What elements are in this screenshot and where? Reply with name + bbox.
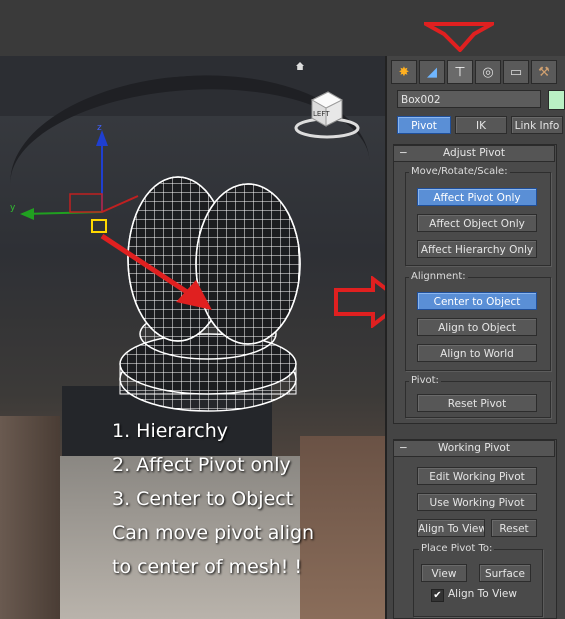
motion-tab-icon[interactable]: ◎ — [475, 60, 501, 84]
annotation-line-2: 2. Affect Pivot only — [112, 454, 291, 476]
use-working-pivot-button[interactable]: Use Working Pivot — [417, 493, 537, 511]
reset-working-pivot-button[interactable]: Reset — [491, 519, 537, 537]
move-rotate-scale-label: Move/Rotate/Scale: — [409, 166, 510, 177]
modify-tab-icon[interactable]: ◢ — [419, 60, 445, 84]
place-pivot-group — [413, 549, 543, 617]
command-panel: ✸ ◢ ⊤ ◎ ▭ ⚒ Box002 Pivot IK Link Info − … — [385, 56, 565, 619]
tab-pivot[interactable]: Pivot — [397, 116, 451, 134]
view-button[interactable]: View — [421, 564, 467, 582]
collapse-icon: − — [399, 442, 408, 454]
reset-pivot-button[interactable]: Reset Pivot — [417, 394, 537, 412]
viewcube-label: LEFT — [313, 110, 330, 118]
viewcube[interactable]: LEFT — [292, 88, 362, 140]
adjust-pivot-header[interactable]: − Adjust Pivot — [393, 145, 555, 162]
place-pivot-label: Place Pivot To: — [419, 543, 495, 554]
hierarchy-pointer-arrow — [424, 20, 494, 52]
hierarchy-tab-icon[interactable]: ⊤ — [447, 60, 473, 84]
table-leg — [0, 416, 60, 619]
align-to-view-checkbox-label: Align To View — [448, 588, 517, 600]
create-tab-icon[interactable]: ✸ — [391, 60, 417, 84]
align-to-view-button[interactable]: Align To View — [417, 519, 485, 537]
affect-pivot-only-button[interactable]: Affect Pivot Only — [417, 188, 537, 206]
object-color-swatch[interactable] — [548, 90, 565, 110]
annotation-line-5: to center of mesh! ! — [112, 556, 303, 578]
pivot-label: Pivot: — [409, 375, 441, 386]
annotation-line-4: Can move pivot align — [112, 522, 315, 544]
align-to-world-button[interactable]: Align to World — [417, 344, 537, 362]
align-to-object-button[interactable]: Align to Object — [417, 318, 537, 336]
pivot-move-arrow — [96, 228, 226, 322]
adjust-pivot-title: Adjust Pivot — [443, 147, 505, 159]
tab-link-info[interactable]: Link Info — [511, 116, 563, 134]
display-tab-icon[interactable]: ▭ — [503, 60, 529, 84]
tab-ik[interactable]: IK — [455, 116, 507, 134]
working-pivot-title: Working Pivot — [438, 442, 510, 454]
working-pivot-header[interactable]: − Working Pivot — [393, 440, 555, 457]
collapse-icon: − — [399, 147, 408, 159]
3d-viewport[interactable]: LEFT z y 1. Hierarchy 2. Affect Pivot on… — [0, 56, 385, 619]
alignment-label: Alignment: — [409, 271, 468, 282]
affect-object-only-button[interactable]: Affect Object Only — [417, 214, 537, 232]
utilities-tab-icon[interactable]: ⚒ — [531, 60, 557, 84]
svg-text:z: z — [97, 123, 102, 133]
object-name-field[interactable]: Box002 — [397, 90, 541, 108]
svg-text:y: y — [10, 203, 16, 213]
annotation-line-1: 1. Hierarchy — [112, 420, 229, 442]
center-to-object-button[interactable]: Center to Object — [417, 292, 537, 310]
annotation-line-3: 3. Center to Object — [112, 488, 294, 510]
align-to-view-checkbox[interactable]: ✔ — [431, 589, 444, 602]
surface-button[interactable]: Surface — [479, 564, 531, 582]
edit-working-pivot-button[interactable]: Edit Working Pivot — [417, 467, 537, 485]
affect-hierarchy-only-button[interactable]: Affect Hierarchy Only — [417, 240, 537, 258]
